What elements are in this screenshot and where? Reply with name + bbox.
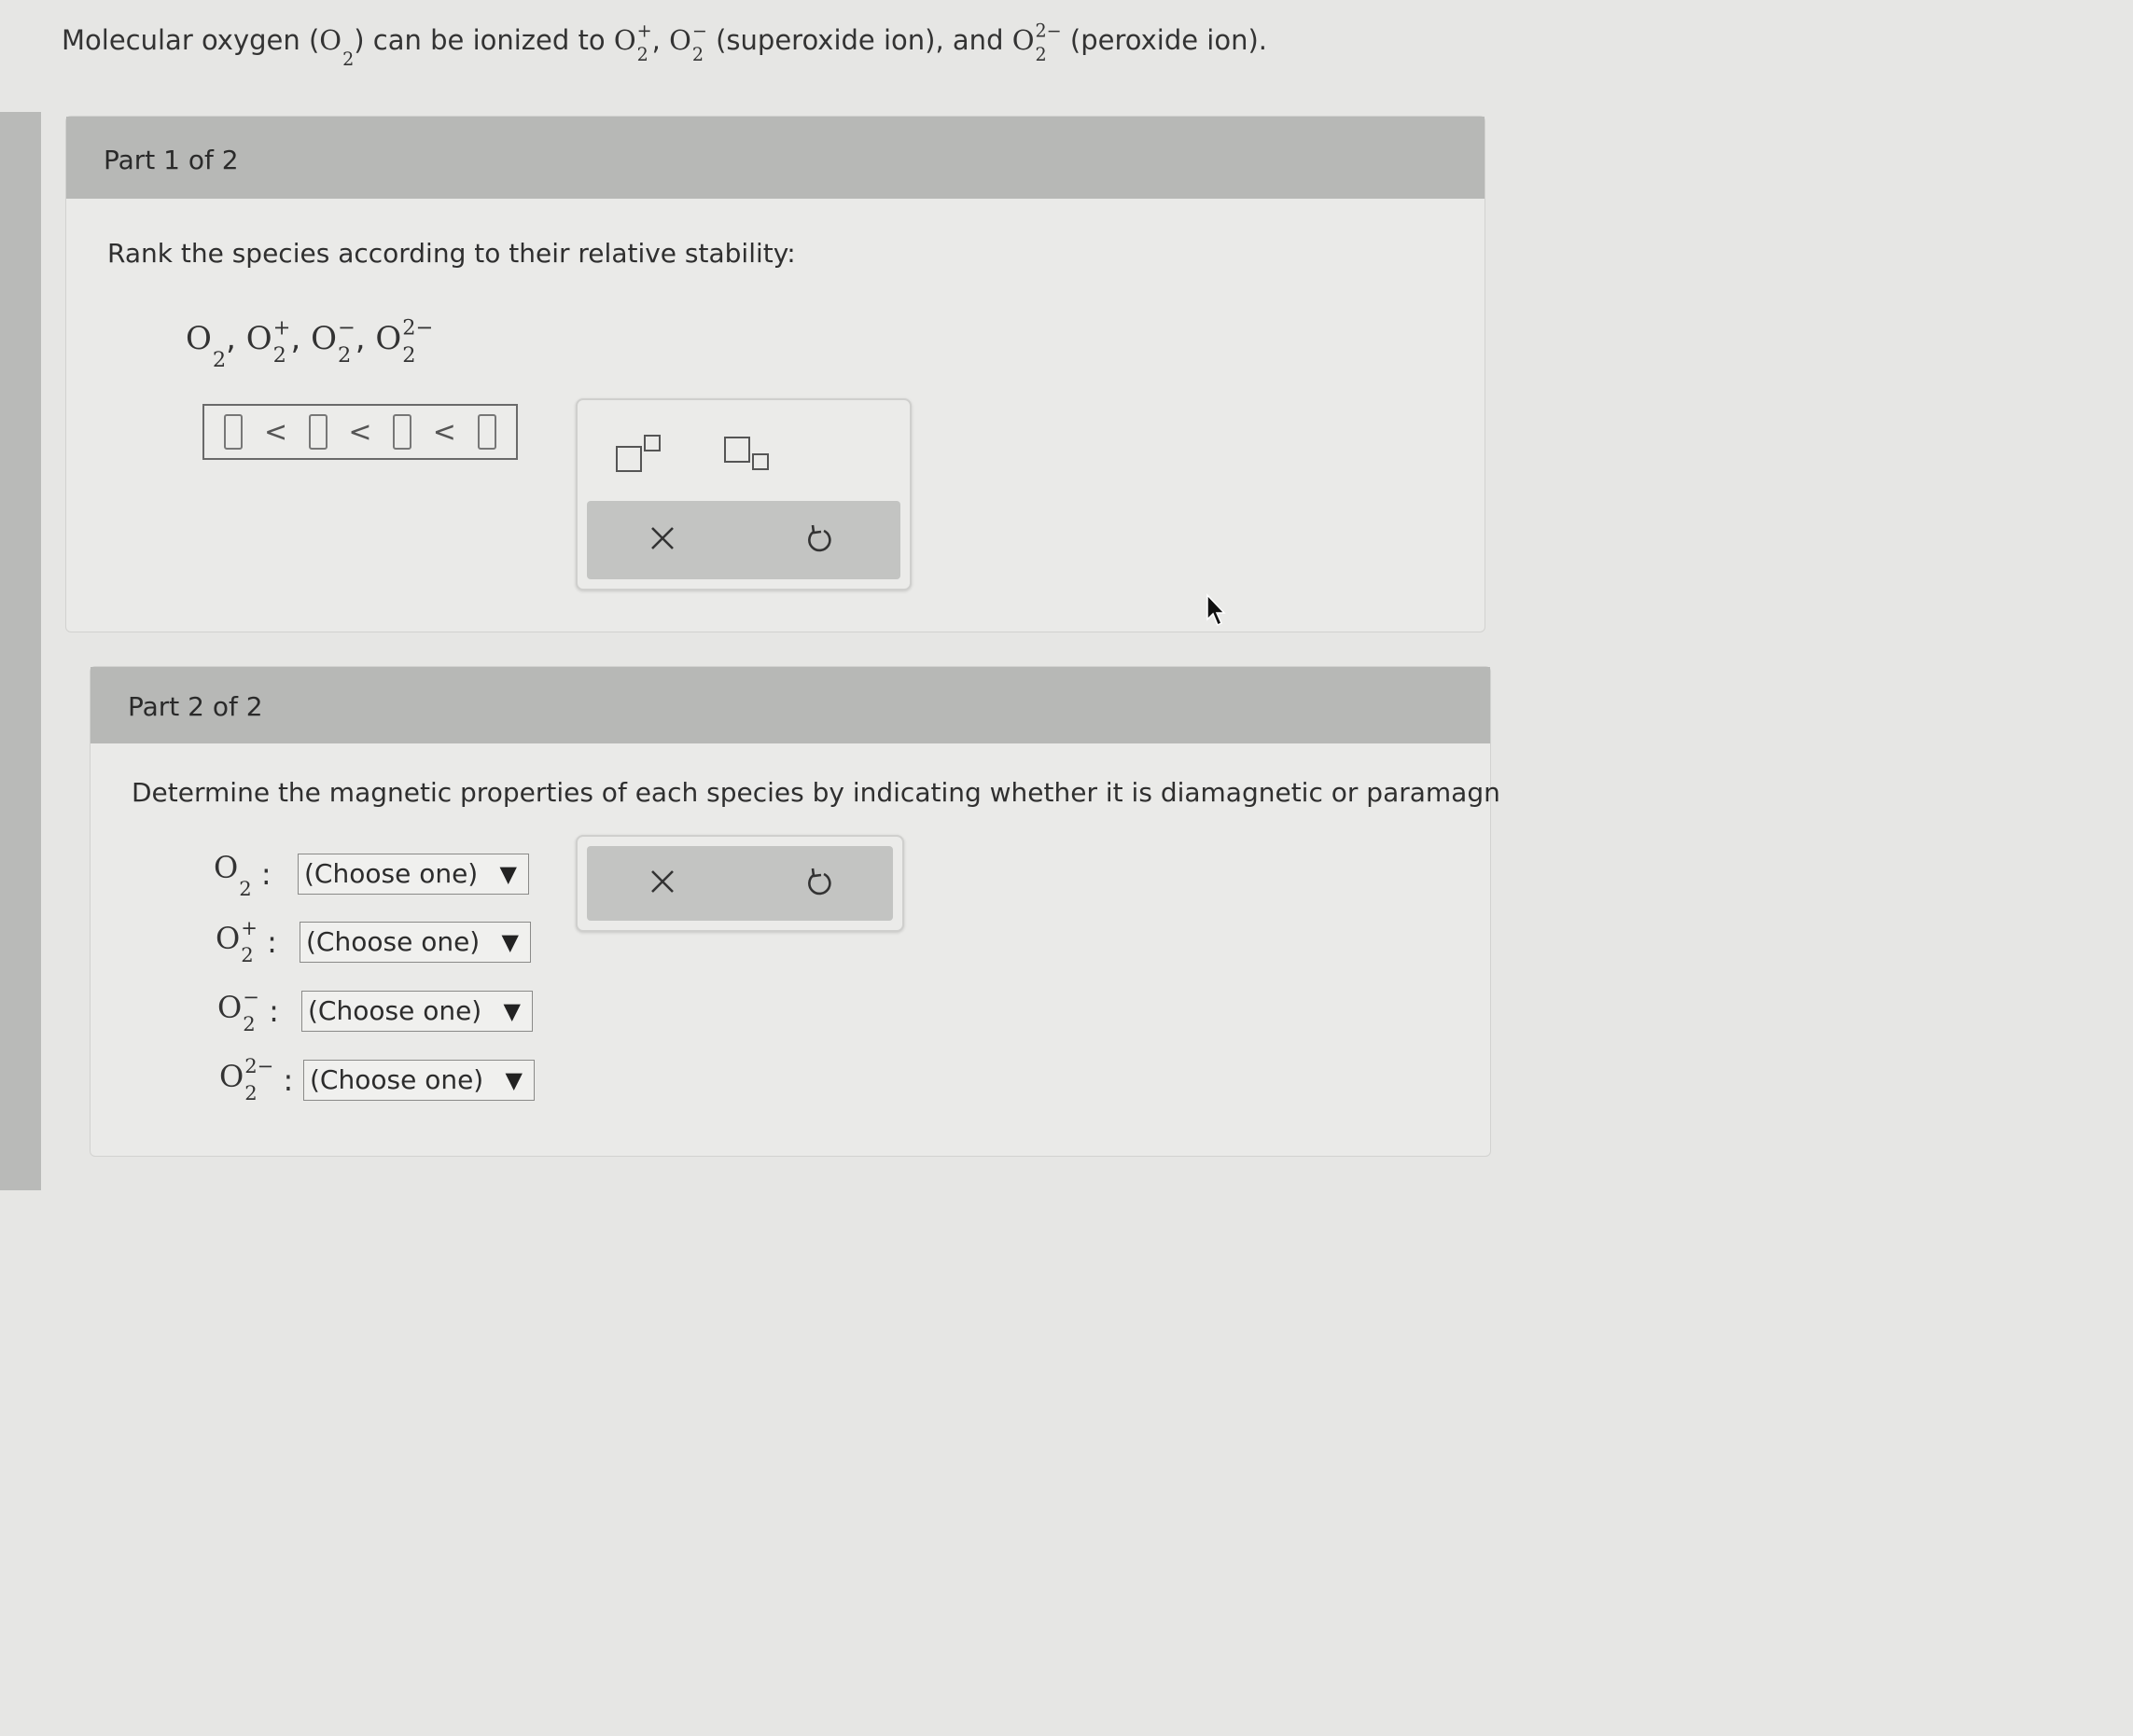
dropdown-arrow-icon: ▼ bbox=[503, 997, 521, 1024]
magnetic-select-o2[interactable]: (Choose one) ▼ bbox=[298, 853, 529, 895]
mouse-cursor-icon bbox=[1206, 593, 1228, 632]
intro-text-2: ) can be ionized to bbox=[354, 24, 614, 56]
species-o2-plus: O +2 bbox=[245, 315, 291, 368]
part2-toolbox bbox=[576, 835, 904, 932]
o2-formula: O2 bbox=[319, 24, 355, 70]
dropdown-arrow-icon: ▼ bbox=[499, 860, 517, 887]
row-label: O +2 : bbox=[216, 916, 277, 966]
magnetic-row-o2: O2 : (Choose one) ▼ bbox=[214, 850, 529, 901]
magnetic-row-o2-minus: O −2 : (Choose one) ▼ bbox=[217, 985, 533, 1035]
part2-panel: Part 2 of 2 Determine the magnetic prope… bbox=[90, 666, 1500, 1157]
magnetic-row-o2-2minus: O 2− 2 : (Choose one) ▼ bbox=[219, 1054, 535, 1104]
intro-text-3: (superoxide ion), and bbox=[706, 24, 1012, 56]
less-than-symbol: < bbox=[432, 415, 456, 449]
species-o2-2minus: O 2− 2 bbox=[375, 315, 434, 368]
part2-header: Part 2 of 2 bbox=[91, 667, 1490, 743]
subscript-icon[interactable] bbox=[723, 434, 772, 479]
ranking-slot-3[interactable] bbox=[393, 414, 412, 450]
magnetic-select-o2-minus[interactable]: (Choose one) ▼ bbox=[301, 990, 533, 1032]
part1-action-bar bbox=[587, 501, 900, 579]
part2-action-bar bbox=[587, 846, 893, 921]
undo-icon[interactable] bbox=[805, 522, 835, 558]
row-label: O2 : bbox=[214, 850, 272, 901]
part1-toolbox bbox=[576, 398, 912, 590]
less-than-symbol: < bbox=[263, 415, 288, 449]
o2-minus-formula: O −2 bbox=[669, 20, 707, 66]
intro-sentence: Molecular oxygen (O 2) can be ionized to … bbox=[62, 20, 1268, 70]
part1-header: Part 1 of 2 bbox=[66, 117, 1485, 199]
part1-title: Part 1 of 2 bbox=[104, 145, 239, 175]
magnetic-select-o2-plus[interactable]: (Choose one) ▼ bbox=[300, 921, 531, 963]
ranking-slot-4[interactable] bbox=[477, 414, 496, 450]
species-list: O2, O +2, O −2, O 2− 2 bbox=[186, 315, 434, 373]
intro-text-1: Molecular oxygen ( bbox=[62, 24, 320, 56]
o2-2minus-formula: O 2− 2 bbox=[1011, 20, 1062, 66]
superscript-icon[interactable] bbox=[615, 434, 663, 479]
part2-title: Part 2 of 2 bbox=[128, 691, 263, 722]
left-margin bbox=[0, 112, 41, 1190]
species-o2: O2 bbox=[186, 320, 227, 373]
undo-icon[interactable] bbox=[805, 866, 835, 901]
row-label: O −2 : bbox=[217, 985, 279, 1035]
clear-button[interactable] bbox=[648, 524, 676, 556]
ranking-answer-box[interactable]: < < < bbox=[202, 404, 518, 460]
part1-panel: Part 1 of 2 Rank the species according t… bbox=[65, 116, 1485, 632]
ranking-slot-1[interactable] bbox=[224, 414, 244, 450]
part1-prompt: Rank the species according to their rela… bbox=[107, 238, 796, 269]
intro-text-4: (peroxide ion). bbox=[1061, 24, 1268, 56]
clear-button[interactable] bbox=[648, 868, 676, 899]
magnetic-select-o2-2minus[interactable]: (Choose one) ▼ bbox=[303, 1059, 535, 1101]
ranking-slot-2[interactable] bbox=[308, 414, 328, 450]
dropdown-arrow-icon: ▼ bbox=[505, 1066, 523, 1093]
less-than-symbol: < bbox=[348, 415, 372, 449]
row-label: O 2− 2 : bbox=[219, 1054, 294, 1104]
species-o2-minus: O −2 bbox=[311, 315, 356, 368]
o2-plus-formula: O +2 bbox=[613, 20, 652, 66]
dropdown-arrow-icon: ▼ bbox=[501, 928, 519, 955]
magnetic-row-o2-plus: O +2 : (Choose one) ▼ bbox=[216, 916, 531, 966]
part2-prompt: Determine the magnetic properties of eac… bbox=[132, 777, 1500, 808]
